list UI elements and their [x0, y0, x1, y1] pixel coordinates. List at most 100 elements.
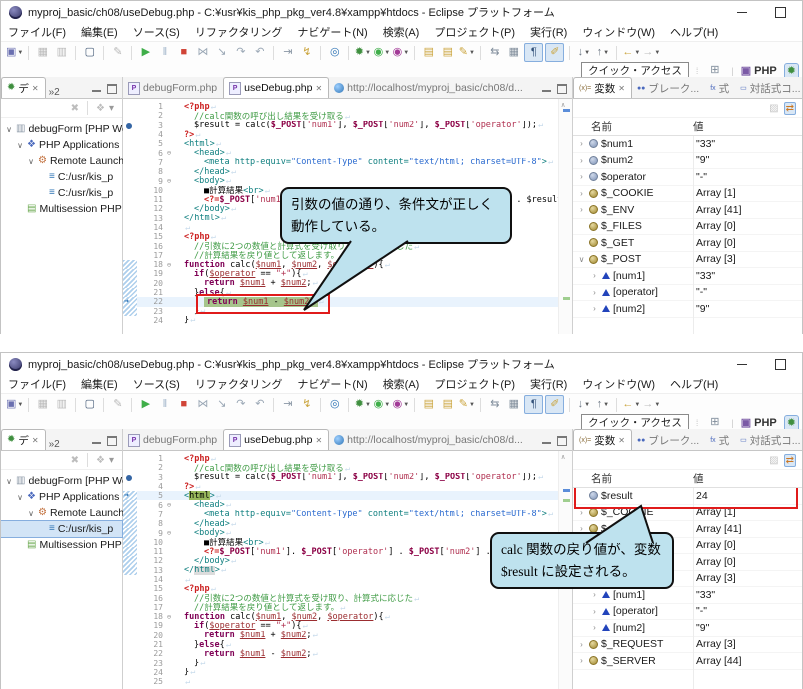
ruler-cell[interactable]	[123, 500, 137, 509]
open-file-button[interactable]: ▤	[439, 44, 456, 61]
editor-tab-0[interactable]: PdebugForm.php	[123, 78, 223, 98]
column-divider[interactable]	[693, 488, 694, 689]
minimize-button[interactable]	[737, 364, 747, 365]
editor-tab-2[interactable]: http://localhost/myproj_basic/ch08/d...	[329, 430, 529, 450]
back-button[interactable]: ←▼	[622, 44, 640, 61]
highlight-button[interactable]: ✐	[545, 395, 564, 414]
tree-item-debugform-php-we[interactable]: ∨▥debugForm [PHP We	[1, 473, 122, 489]
menu-item[interactable]: 検索(A)	[383, 376, 420, 392]
show-logical-structures-button[interactable]: ⇄	[784, 454, 796, 467]
terminate-button[interactable]: ■	[175, 44, 192, 61]
menu-item[interactable]: ウィンドウ(W)	[582, 24, 655, 40]
ruler-cell[interactable]	[123, 223, 137, 232]
tree-item-php-applications[interactable]: ∨❖PHP Applications	[1, 489, 122, 505]
menu-item[interactable]: リファクタリング	[195, 24, 283, 40]
expand-chevron-icon[interactable]: ∨	[5, 477, 13, 486]
step-into-button[interactable]: ↘	[213, 44, 230, 61]
tab-debug[interactable]: ✹デ✕	[1, 429, 46, 451]
show-type-names-button[interactable]: ▨	[769, 455, 778, 466]
column-header-value[interactable]: 値	[693, 119, 802, 134]
new-php-file-button[interactable]: ▤	[420, 44, 437, 61]
resume-button[interactable]: ▶	[137, 396, 154, 413]
view-tab-1[interactable]: ●●ブレーク...	[632, 430, 705, 450]
ruler-cell[interactable]	[123, 307, 137, 316]
show-whitespace-button[interactable]: ¶	[524, 43, 543, 62]
close-icon[interactable]: ✕	[315, 436, 322, 445]
expand-chevron-icon[interactable]: ›	[577, 189, 586, 198]
mark-occurrences-button[interactable]: ✎	[109, 396, 126, 413]
ruler-cell[interactable]	[123, 575, 137, 584]
view-tab-0[interactable]: (x)=変数✕	[573, 77, 632, 99]
profile-button[interactable]: ◉▼	[392, 396, 409, 413]
ruler-cell[interactable]	[123, 260, 137, 269]
expand-chevron-icon[interactable]: ›	[577, 640, 586, 649]
ruler-cell[interactable]	[123, 538, 137, 547]
fold-marker-icon[interactable]: ⊖	[165, 261, 173, 269]
editor-tab-1[interactable]: PuseDebug.php✕	[223, 429, 329, 451]
variable-row[interactable]: ›$num1"33"	[573, 136, 802, 153]
maximize-editor-button[interactable]	[557, 84, 567, 94]
ruler-cell[interactable]	[123, 463, 137, 472]
console-button[interactable]: ▢	[81, 396, 98, 413]
ruler-cell[interactable]	[123, 167, 137, 176]
scroll-up-icon[interactable]: ∧	[561, 101, 565, 109]
variable-row[interactable]: ›$_COOKIEArray [1]	[573, 186, 802, 203]
run-button[interactable]: ◉▼	[373, 44, 390, 61]
expand-chevron-icon[interactable]: ›	[577, 656, 586, 665]
ruler-cell[interactable]	[123, 621, 137, 630]
disconnect-button[interactable]: ⋈	[194, 44, 211, 61]
tree-item-remote-launch[interactable]: ∨⚙Remote Launch	[1, 505, 122, 521]
console-button[interactable]: ▢	[81, 44, 98, 61]
php-perspective-button[interactable]: ▣PHP	[741, 64, 777, 77]
tree-item-c-usr-kis-p[interactable]: ≡C:/usr/kis_p	[1, 521, 122, 537]
forward-button[interactable]: →▼	[642, 44, 660, 61]
view-tab-3[interactable]: ▭対話式コ...	[735, 78, 802, 98]
fold-marker-icon[interactable]: ⊖	[165, 177, 173, 185]
variable-row[interactable]: ›$_REQUESTArray [3]	[573, 637, 802, 654]
maximize-button[interactable]	[775, 359, 786, 370]
ruler-cell[interactable]	[123, 612, 137, 621]
fold-marker-icon[interactable]: ⊖	[165, 149, 173, 157]
view-menu-button[interactable]: ▾	[109, 455, 114, 466]
terminate-button[interactable]: ■	[175, 396, 192, 413]
close-icon[interactable]: ✕	[618, 436, 625, 445]
menu-item[interactable]: ウィンドウ(W)	[582, 376, 655, 392]
fold-marker-icon[interactable]: ⊖	[165, 501, 173, 509]
next-annotation-button[interactable]: ↓▼	[575, 396, 592, 413]
expand-chevron-icon[interactable]: ›	[577, 139, 586, 148]
profile-button[interactable]: ◉▼	[392, 44, 409, 61]
view-tab-1[interactable]: ●●ブレーク...	[632, 78, 705, 98]
debug-button[interactable]: ✹▼	[354, 44, 371, 61]
expand-chevron-icon[interactable]: ›	[590, 288, 599, 297]
ruler-cell[interactable]	[123, 158, 137, 167]
resume-button[interactable]: ▶	[137, 44, 154, 61]
editor-tab-2[interactable]: http://localhost/myproj_basic/ch08/d...	[329, 78, 529, 98]
ruler-cell[interactable]	[123, 547, 137, 556]
save-button[interactable]: ▦	[34, 396, 51, 413]
expand-chevron-icon[interactable]: ∨	[16, 493, 24, 502]
ruler-cell[interactable]	[123, 186, 137, 195]
more-tabs-indicator[interactable]: »2	[46, 439, 63, 450]
ruler-cell[interactable]	[123, 454, 137, 463]
ruler-cell[interactable]: →	[123, 491, 137, 500]
ruler-cell[interactable]	[123, 677, 137, 686]
ruler-cell[interactable]	[123, 510, 137, 519]
variable-row[interactable]: ›$_ENVArray [41]	[573, 202, 802, 219]
tree-item-php-applications[interactable]: ∨❖PHP Applications	[1, 137, 122, 153]
ruler-cell[interactable]	[123, 130, 137, 139]
minimize-view-button[interactable]	[92, 439, 101, 444]
close-icon[interactable]: ✕	[32, 436, 39, 445]
ruler-cell[interactable]	[123, 603, 137, 612]
maximize-view-button[interactable]	[107, 436, 117, 446]
variable-row[interactable]: ›$num2"9"	[573, 153, 802, 170]
save-button[interactable]: ▦	[34, 44, 51, 61]
variable-row[interactable]: $_FILESArray [0]	[573, 219, 802, 236]
ruler-cell[interactable]	[123, 631, 137, 640]
ruler-cell[interactable]: →	[123, 297, 137, 306]
minimize-editor-button[interactable]	[542, 439, 551, 444]
menu-item[interactable]: リファクタリング	[195, 376, 283, 392]
prev-annotation-button[interactable]: ↑▼	[594, 396, 611, 413]
php-perspective-button[interactable]: ▣PHP	[741, 416, 777, 429]
ruler-cell[interactable]	[123, 668, 137, 677]
variable-row[interactable]: ›$operator"-"	[573, 169, 802, 186]
